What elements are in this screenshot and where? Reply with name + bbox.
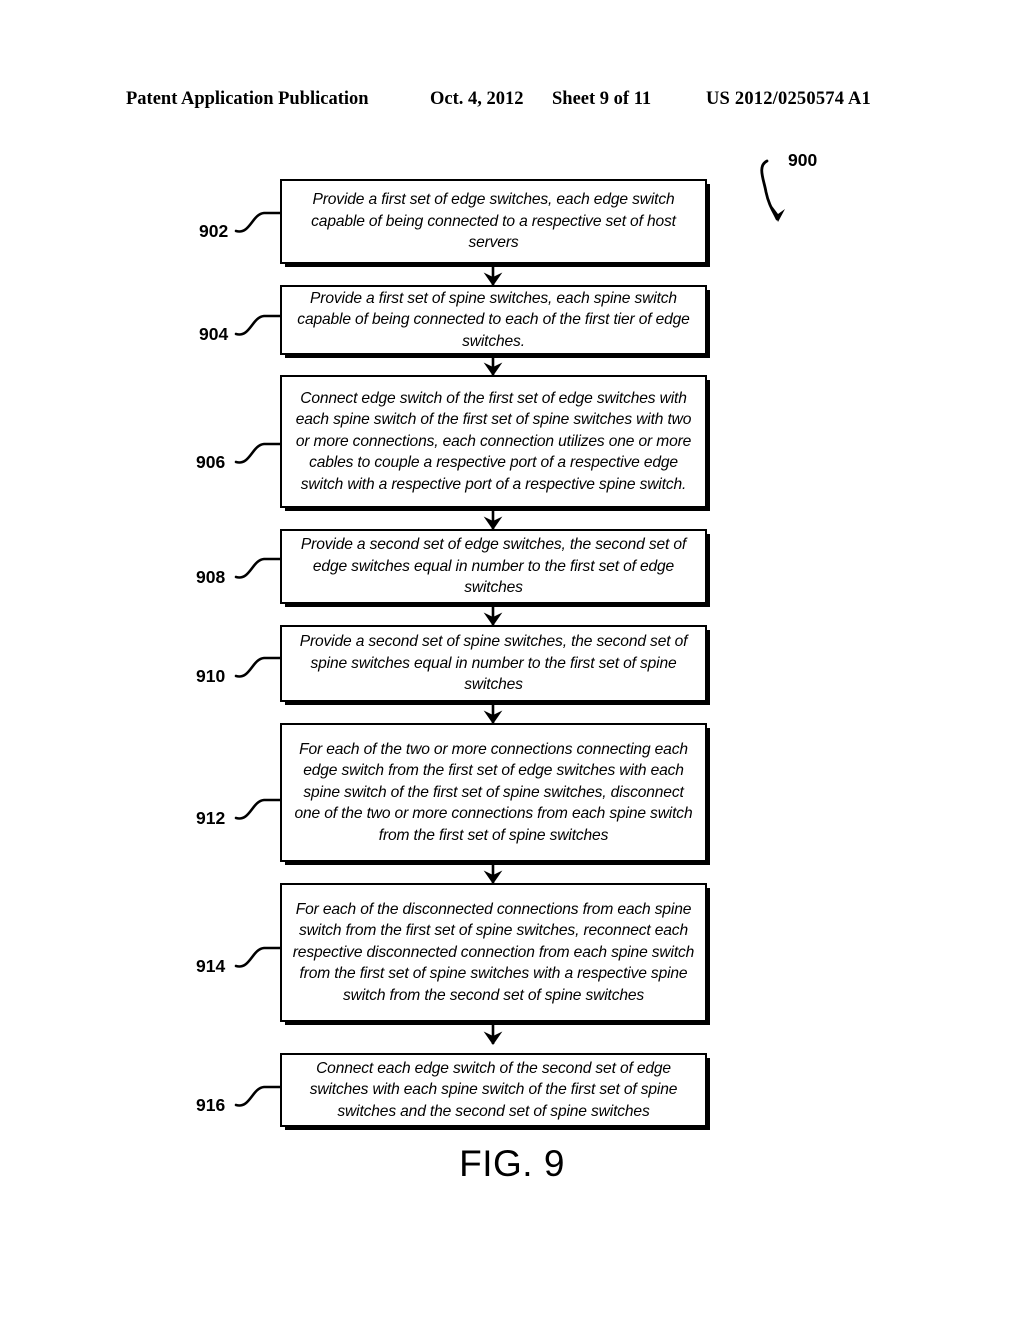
- flow-node-902-text: Provide a first set of edge switches, ea…: [311, 191, 676, 252]
- flow-node-914[interactable]: For each of the disconnected connections…: [280, 883, 707, 1022]
- flow-node-904[interactable]: Provide a first set of spine switches, e…: [280, 285, 707, 355]
- flow-node-916-text: Connect each edge switch of the second s…: [309, 1059, 678, 1120]
- flow-node-906[interactable]: Connect edge switch of the first set of …: [280, 375, 707, 508]
- flow-node-904-text: Provide a first set of spine switches, e…: [297, 289, 690, 350]
- flow-node-916[interactable]: Connect each edge switch of the second s…: [280, 1053, 707, 1127]
- flow-ref-910: 910: [196, 666, 226, 686]
- flow-ref-912: 912: [196, 808, 226, 828]
- flow-node-906-text: Connect edge switch of the first set of …: [295, 389, 692, 493]
- diagram-ref-900: 900: [788, 150, 818, 170]
- flow-node-914-text: For each of the disconnected connections…: [292, 900, 695, 1004]
- flow-node-910[interactable]: Provide a second set of spine switches, …: [280, 625, 707, 702]
- flow-ref-906: 906: [196, 452, 226, 472]
- flow-node-902[interactable]: Provide a first set of edge switches, ea…: [280, 179, 707, 264]
- flow-ref-908: 908: [196, 567, 226, 587]
- flow-ref-916: 916: [196, 1095, 226, 1115]
- figure-caption: FIG. 9: [459, 1143, 565, 1184]
- diagram-ref-pointer: [760, 159, 785, 222]
- flow-ref-902: 902: [199, 221, 229, 241]
- flow-ref-914: 914: [196, 956, 226, 976]
- reference-leader-lines: [234, 211, 282, 1107]
- flow-node-912-text: For each of the two or more connections …: [294, 740, 693, 844]
- flow-ref-904: 904: [199, 324, 229, 344]
- flow-node-908[interactable]: Provide a second set of edge switches, t…: [280, 529, 707, 604]
- flow-node-910-text: Provide a second set of spine switches, …: [299, 633, 688, 694]
- flow-node-912[interactable]: For each of the two or more connections …: [280, 723, 707, 862]
- flow-node-908-text: Provide a second set of edge switches, t…: [300, 536, 687, 597]
- flowchart-diagram: Provide a first set of edge switches, ea…: [0, 0, 1024, 1320]
